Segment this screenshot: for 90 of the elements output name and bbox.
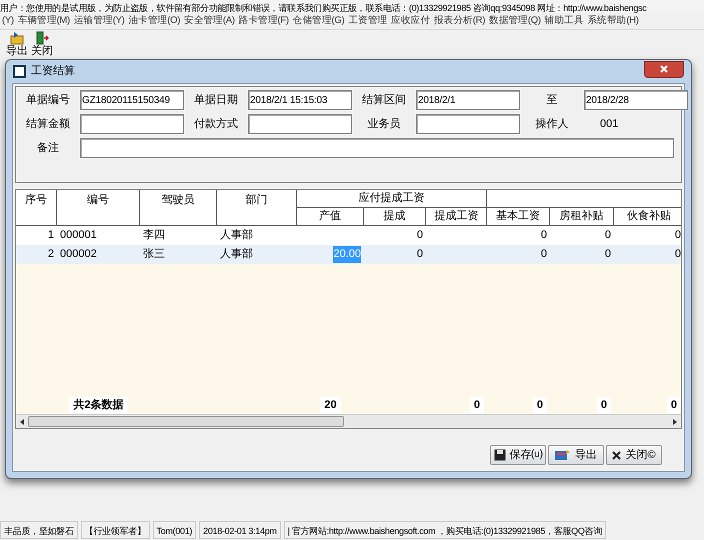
table-cell-text: 0	[540, 247, 547, 262]
menu-item[interactable]: 系统帮助(H)	[586, 14, 641, 28]
close-icon	[660, 65, 668, 73]
menu-item[interactable]: (Y)	[0, 14, 16, 28]
table-export-icon	[555, 449, 571, 461]
trial-notice: 用户：您使用的是试用版，为防止盗版，软件留有部分功能限制和错误，请联系我们购买正版，联系电话：(0)13329921985 咨询qq:9345098 网址：http://www.baishengsc	[0, 3, 646, 13]
table-cell-text: 0	[674, 228, 681, 244]
menu-item[interactable]: 辅助工具	[542, 14, 586, 28]
summary-cell: 0	[666, 397, 681, 414]
horizontal-scrollbar[interactable]	[16, 414, 681, 428]
input-field[interactable]: 2018/2/1 15:15:03	[248, 90, 352, 110]
table-cell-text: 张三	[143, 247, 165, 262]
menu-item[interactable]: 安全管理(A)	[182, 14, 237, 28]
menu-item[interactable]: 油卡管理(O)	[126, 14, 182, 28]
table-cell-text: 0	[674, 247, 681, 262]
table-cell-text: 0	[540, 228, 547, 244]
status-bar-item: 丰品质，坚如磐石	[0, 521, 78, 539]
menu-item[interactable]: 仓储管理(G)	[290, 14, 346, 28]
input-field[interactable]	[80, 114, 184, 134]
table-cell-text: 0	[604, 228, 611, 244]
column-header[interactable]: 基本工资	[487, 208, 550, 225]
table-cell-text: 人事部	[220, 246, 253, 262]
summary-cell: 0	[470, 397, 484, 414]
menu-item[interactable]: 报表分析(R)	[432, 14, 488, 28]
table-cell-text: 0	[416, 228, 423, 244]
column-header[interactable]: 提成	[364, 208, 426, 225]
summary-cell: 0	[596, 397, 611, 414]
menu-item[interactable]: 路卡管理(F)	[236, 14, 291, 28]
scroll-right-icon[interactable]	[673, 418, 677, 424]
menu-item[interactable]: 工资管理	[346, 14, 390, 28]
table-cell-text: 0	[416, 247, 423, 262]
grid-row[interactable]: 2 000002 张三 人事部 20.00 0 0 0 0	[16, 245, 681, 264]
field-label: 备注	[36, 140, 60, 156]
toolbar-button[interactable]: 关闭	[31, 31, 53, 57]
scroll-left-icon[interactable]	[20, 418, 24, 424]
status-bar-item: 2018-02-01 3:14pm	[199, 521, 281, 539]
column-header[interactable]: 驾驶员	[140, 190, 217, 225]
app-icon	[13, 65, 26, 78]
status-bar-item: Tom(001)	[152, 521, 196, 539]
menu-item[interactable]: 运输管理(Y)	[72, 14, 126, 28]
field-label: 业务员	[366, 116, 402, 132]
column-header[interactable]: 序号	[16, 190, 57, 225]
input-field[interactable]	[248, 114, 352, 134]
operator-value: 001	[600, 116, 618, 132]
column-header[interactable]: 编号	[57, 190, 140, 225]
dialog-button[interactable]: 保存⒰	[490, 445, 546, 465]
input-field[interactable]: 2018/2/1	[416, 90, 520, 110]
table-cell-text: 人事部	[220, 228, 253, 244]
field-label: 付款方式	[193, 116, 239, 132]
close-button[interactable]	[644, 60, 684, 78]
summary-cell: 共2条数据	[69, 397, 128, 414]
grid-row[interactable]: 1 000001 李四 人事部 0 0 0 0	[16, 226, 681, 245]
input-field[interactable]	[416, 114, 520, 134]
status-bar-item: | 官方网站:http://www.baishengsoft.com ，购买电话:(0)13329921985，客服QQ咨询	[284, 521, 606, 539]
dialog-button[interactable]: 导出	[548, 445, 604, 465]
field-label: 操作人	[534, 116, 570, 132]
field-label: 结算金额	[25, 116, 71, 132]
toolbar-button[interactable]: 导出	[6, 31, 28, 57]
summary-cell: 20	[320, 397, 341, 414]
door-exit-icon	[35, 31, 49, 45]
table-cell-text: 李四	[143, 228, 165, 244]
folder-arrow-icon	[10, 31, 24, 45]
column-header[interactable]: 部门	[217, 190, 297, 225]
summary-cell: 0	[532, 397, 547, 414]
status-bar-item: 【行业领军者】	[80, 521, 150, 539]
table-cell-text: 000001	[60, 228, 97, 244]
table-cell-text: 2	[48, 247, 54, 262]
field-label: 单据日期	[193, 92, 239, 108]
table-cell-text: 1	[48, 228, 54, 244]
menu-item[interactable]: 车辆管理(M)	[16, 14, 72, 28]
column-header[interactable]: 提成工资	[426, 208, 487, 225]
field-label: 单据编号	[25, 92, 71, 108]
table-cell-text: 0	[604, 247, 611, 262]
input-field[interactable]: GZ18020115150349	[80, 90, 184, 110]
menu-item[interactable]: 应收应付	[389, 14, 432, 28]
menu-item[interactable]: 数据管理(Q)	[487, 14, 543, 28]
dialog-button[interactable]: 关闭©	[606, 445, 662, 465]
remark-field[interactable]	[80, 138, 674, 158]
scrollbar-thumb[interactable]	[28, 416, 344, 427]
table-cell-text: 000002	[60, 247, 97, 262]
close-x-icon	[612, 450, 622, 460]
input-field[interactable]: 2018/2/28	[584, 90, 688, 110]
column-header[interactable]: 产值	[297, 208, 364, 225]
group-header: 应付提成工资	[297, 190, 486, 208]
column-header[interactable]: 房租补贴	[550, 208, 614, 225]
window-title: 工资结算	[31, 64, 75, 80]
field-label: 结算区间	[361, 92, 407, 108]
column-header[interactable]: 伙食补贴	[614, 208, 681, 225]
table-cell: 20.00	[333, 246, 361, 263]
field-label: 至	[546, 92, 558, 108]
